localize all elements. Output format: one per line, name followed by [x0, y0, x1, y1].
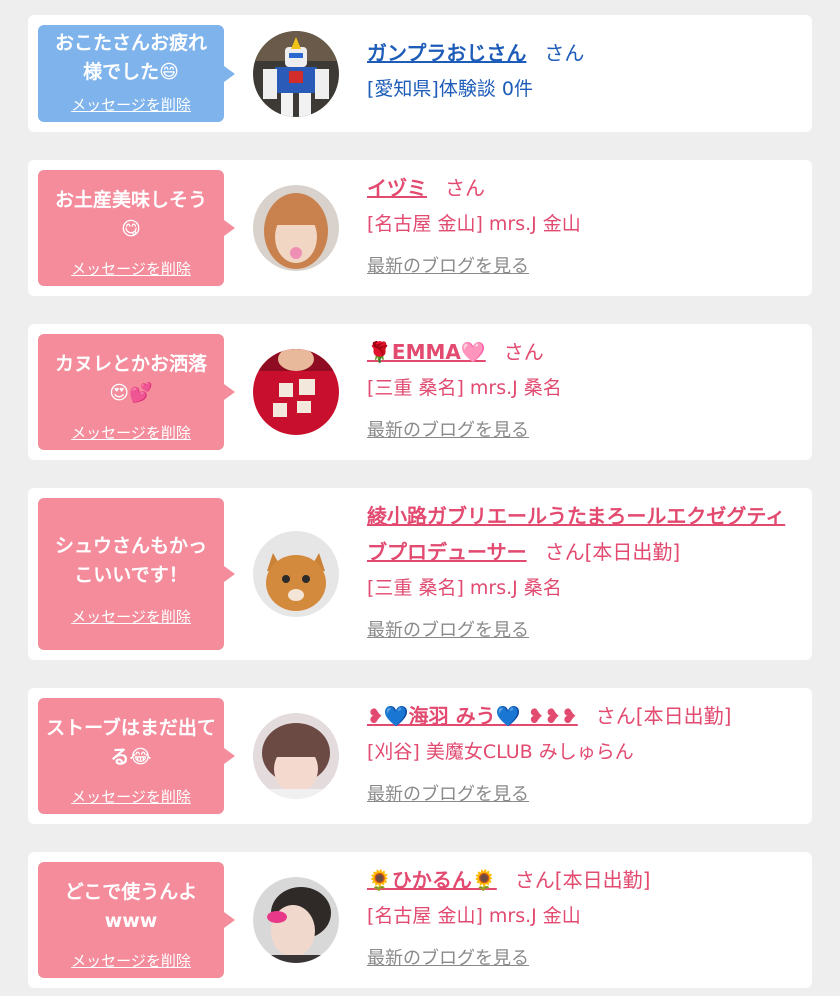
- delete-message-link[interactable]: メッセージを削除: [38, 786, 224, 807]
- avatar[interactable]: [253, 713, 339, 799]
- message-card: ストーブはまだ出てる😂 メッセージを削除 ❥💙海羽 みう💙 ❥❥❥ さん[本日出勤…: [28, 688, 812, 824]
- honorific: さん[本日出勤]: [595, 704, 732, 728]
- woman-photo-icon: [253, 877, 339, 963]
- message-card: シュウさんもかっこいいです！ メッセージを削除 綾小路ガブリエールうたまろールエ…: [28, 488, 812, 660]
- honorific: さん[本日出勤]: [514, 868, 651, 892]
- message-text: どこで使うんよwww: [64, 881, 198, 932]
- avatar[interactable]: [253, 185, 339, 271]
- avatar[interactable]: [253, 877, 339, 963]
- latest-blog-link[interactable]: 最新のブログを見る: [367, 618, 529, 644]
- woman-photo-icon: [253, 713, 339, 799]
- delete-message-link[interactable]: メッセージを削除: [38, 422, 224, 443]
- latest-blog-link[interactable]: 最新のブログを見る: [367, 418, 529, 444]
- message-text: カヌレとかお洒落😍💕: [54, 353, 207, 404]
- honorific: さん: [544, 41, 585, 65]
- message-bubble: おこたさんお疲れ様でした😄 メッセージを削除: [38, 25, 235, 122]
- shop-info: [三重 桑名] mrs.J 桑名: [367, 577, 562, 599]
- message-text: お土産美味しそう😋: [54, 189, 207, 240]
- user-name-link[interactable]: ❥💙海羽 みう💙 ❥❥❥: [367, 704, 578, 728]
- message-card: どこで使うんよwww メッセージを削除 🌻ひかるん🌻 さん[本日出勤] [名古屋 …: [28, 852, 812, 988]
- latest-blog-link[interactable]: 最新のブログを見る: [367, 946, 529, 972]
- message-bubble: ストーブはまだ出てる😂 メッセージを削除: [38, 698, 235, 814]
- woman-photo-icon: [253, 185, 339, 271]
- red-shirt-photo-icon: [253, 349, 339, 435]
- user-name-link[interactable]: ガンプラおじさん: [367, 41, 526, 65]
- avatar[interactable]: [253, 31, 339, 117]
- message-text: おこたさんお疲れ様でした😄: [54, 32, 207, 83]
- honorific: さん: [445, 176, 485, 200]
- delete-message-link[interactable]: メッセージを削除: [38, 950, 224, 971]
- delete-message-link[interactable]: メッセージを削除: [38, 258, 224, 279]
- message-card: カヌレとかお洒落😍💕 メッセージを削除 🌹EMMA🩷 さん [三重 桑名] mrs…: [28, 324, 812, 460]
- entry-info: イヅミ さん [名古屋 金山] mrs.J 金山 最新のブログを見る: [367, 170, 804, 280]
- message-card: おこたさんお疲れ様でした😄 メッセージを削除 ガンプラおじさん さん [愛知県]…: [28, 15, 812, 132]
- user-name-link[interactable]: 🌹EMMA🩷: [367, 340, 486, 364]
- message-card: お土産美味しそう😋 メッセージを削除 イヅミ さん [名古屋 金山] mrs.J …: [28, 160, 812, 296]
- entry-info: 🌹EMMA🩷 さん [三重 桑名] mrs.J 桑名 最新のブログを見る: [367, 334, 804, 444]
- avatar[interactable]: [253, 349, 339, 435]
- shop-info: [三重 桑名] mrs.J 桑名: [367, 377, 562, 399]
- shop-info: [名古屋 金山] mrs.J 金山: [367, 905, 581, 927]
- message-text: シュウさんもかっこいいです！: [54, 535, 207, 586]
- message-bubble: どこで使うんよwww メッセージを削除: [38, 862, 235, 978]
- user-name-link[interactable]: 🌻ひかるん🌻: [367, 868, 497, 892]
- entry-info: 🌻ひかるん🌻 さん[本日出勤] [名古屋 金山] mrs.J 金山 最新のブログを…: [367, 862, 804, 972]
- honorific: さん[本日出勤]: [544, 540, 681, 564]
- entry-info: ❥💙海羽 みう💙 ❥❥❥ さん[本日出勤] [刈谷] 美魔女CLUB みしゅらん …: [367, 698, 804, 808]
- cat-photo-icon: [253, 531, 339, 617]
- honorific: さん: [503, 340, 544, 364]
- shop-info: [名古屋 金山] mrs.J 金山: [367, 213, 581, 235]
- latest-blog-link[interactable]: 最新のブログを見る: [367, 254, 529, 280]
- entry-info: ガンプラおじさん さん [愛知県]体験談 0件: [367, 35, 804, 103]
- robot-figure-icon: [253, 31, 339, 117]
- latest-blog-link[interactable]: 最新のブログを見る: [367, 782, 529, 808]
- delete-message-link[interactable]: メッセージを削除: [38, 606, 224, 627]
- delete-message-link[interactable]: メッセージを削除: [38, 94, 224, 115]
- entry-info: 綾小路ガブリエールうたまろールエクゼグティブプロデューサー さん[本日出勤] [三…: [367, 498, 804, 644]
- shop-info: [刈谷] 美魔女CLUB みしゅらん: [367, 741, 634, 763]
- message-bubble: シュウさんもかっこいいです！ メッセージを削除: [38, 498, 235, 650]
- message-bubble: カヌレとかお洒落😍💕 メッセージを削除: [38, 334, 235, 450]
- message-bubble: お土産美味しそう😋 メッセージを削除: [38, 170, 235, 286]
- avatar[interactable]: [253, 531, 339, 617]
- shop-info: [愛知県]体験談 0件: [367, 78, 533, 100]
- message-text: ストーブはまだ出てる😂: [46, 717, 216, 768]
- user-name-link[interactable]: イヅミ: [367, 176, 427, 200]
- message-list: おこたさんお疲れ様でした😄 メッセージを削除 ガンプラおじさん さん [愛知県]…: [0, 0, 840, 996]
